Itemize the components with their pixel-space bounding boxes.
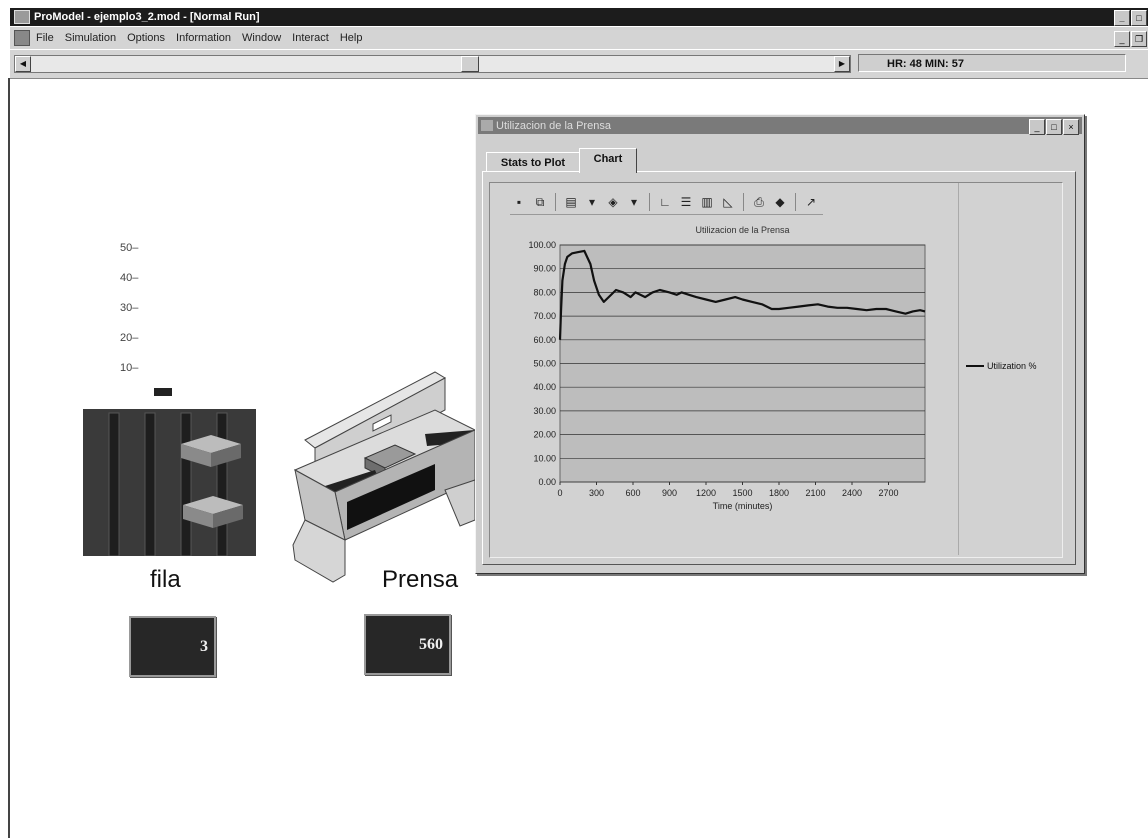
queue-level-bar: [154, 388, 172, 396]
simulation-clock: HR: 48 MIN: 57: [858, 54, 1126, 72]
prensa-machine-graphic[interactable]: [285, 370, 477, 584]
promodel-app-icon[interactable]: [14, 10, 30, 24]
color-icon[interactable]: ◈: [604, 193, 622, 211]
prensa-label: Prensa: [382, 566, 459, 593]
y-tick-label: 90.00: [533, 264, 556, 274]
chart-toolbar: ▪ ⧉ ▤ ▾ ◈ ▾ ∟ ☰ ▥ ◺ ⎙ ◆ ↗: [510, 190, 823, 215]
toolbar-separator: [743, 193, 744, 211]
document-icon[interactable]: [14, 30, 30, 46]
menu-help[interactable]: Help: [340, 32, 363, 44]
queue-meter-tick: 10–: [120, 362, 139, 374]
vertical-grid-icon[interactable]: ∟: [656, 193, 674, 211]
x-axis-label: Time (minutes): [713, 501, 773, 511]
y-tick-label: 50.00: [533, 359, 556, 369]
tools-icon[interactable]: ↗: [802, 193, 820, 211]
menu-window[interactable]: Window: [242, 32, 281, 44]
print-icon[interactable]: ⎙: [750, 193, 768, 211]
x-tick-label: 1800: [769, 488, 789, 498]
y-tick-label: 10.00: [533, 453, 556, 463]
x-tick-label: 2700: [878, 488, 898, 498]
scroll-left-icon[interactable]: ◀: [15, 56, 31, 72]
menu-simulation[interactable]: Simulation: [65, 32, 116, 44]
horizontal-grid-icon[interactable]: ☰: [677, 193, 695, 211]
dialog-minimize-icon[interactable]: _: [1029, 119, 1045, 135]
y-tick-label: 60.00: [533, 335, 556, 345]
dialog-close-icon[interactable]: ×: [1063, 119, 1079, 135]
queue-meter-tick: 20–: [120, 332, 139, 344]
fila-conveyor-graphic[interactable]: [83, 409, 256, 556]
document-controls: _ ❐: [1114, 29, 1148, 47]
dialog-controls: _ □ ×: [1029, 117, 1080, 135]
y-tick-label: 100.00: [528, 240, 556, 250]
y-tick-label: 0.00: [538, 477, 556, 487]
x-tick-label: 300: [589, 488, 604, 498]
x-tick-label: 2100: [805, 488, 825, 498]
x-tick-label: 600: [625, 488, 640, 498]
fila-label: fila: [150, 566, 181, 593]
chevron-down-icon[interactable]: ▾: [583, 193, 601, 211]
chart-tab-panel: ▪ ⧉ ▤ ▾ ◈ ▾ ∟ ☰ ▥ ◺ ⎙ ◆ ↗ Utilizacion de…: [482, 171, 1076, 565]
gallery-icon[interactable]: ▤: [562, 193, 580, 211]
dialog-title: Utilizacion de la Prensa: [496, 119, 611, 132]
window-left-border: [8, 78, 10, 838]
toolbar-separator: [795, 193, 796, 211]
queue-meter-tick: 40–: [120, 272, 139, 284]
doc-restore-icon[interactable]: ❐: [1131, 31, 1147, 47]
tab-chart[interactable]: Chart: [579, 148, 637, 173]
doc-minimize-icon[interactable]: _: [1114, 31, 1130, 47]
window-titlebar[interactable]: ProModel - ejemplo3_2.mod - [Normal Run]…: [10, 8, 1148, 26]
chevron-down-icon[interactable]: ▾: [625, 193, 643, 211]
prensa-counter: 560: [364, 614, 451, 675]
maximize-icon[interactable]: □: [1131, 10, 1147, 26]
speed-slider[interactable]: ◀ ▶: [14, 55, 851, 73]
axis-icon[interactable]: ◺: [719, 193, 737, 211]
speed-toolbar: ◀ ▶ HR: 48 MIN: 57: [10, 50, 1148, 79]
3d-icon[interactable]: ◆: [771, 193, 789, 211]
menu-options[interactable]: Options: [127, 32, 165, 44]
minimize-icon[interactable]: _: [1114, 10, 1130, 26]
toolbar-separator: [649, 193, 650, 211]
chart-legend: Utilization %: [966, 361, 1037, 371]
speed-slider-thumb[interactable]: [461, 56, 479, 72]
menu-interact[interactable]: Interact: [292, 32, 329, 44]
queue-meter-tick: 30–: [120, 302, 139, 314]
legend-divider: [958, 183, 959, 555]
utilization-chart-dialog: Utilizacion de la Prensa _ □ × Stats to …: [475, 114, 1085, 574]
y-tick-label: 30.00: [533, 406, 556, 416]
x-tick-label: 1200: [696, 488, 716, 498]
menu-bar: File Simulation Options Information Wind…: [10, 27, 1148, 49]
window-title: ProModel - ejemplo3_2.mod - [Normal Run]: [34, 11, 260, 23]
y-tick-label: 70.00: [533, 311, 556, 321]
menu-information[interactable]: Information: [176, 32, 231, 44]
menu-file[interactable]: File: [36, 32, 54, 44]
y-tick-label: 20.00: [533, 430, 556, 440]
queue-meter-tick: 50–: [120, 242, 139, 254]
x-tick-label: 1500: [732, 488, 752, 498]
chart-area: ▪ ⧉ ▤ ▾ ◈ ▾ ∟ ☰ ▥ ◺ ⎙ ◆ ↗ Utilizacion de…: [489, 182, 1063, 558]
legend-swatch: [966, 365, 984, 367]
toolbar-separator: [555, 193, 556, 211]
utilization-line-chart: Utilizacion de la Prensa 0.00 10.00 20.00 30…: [528, 225, 926, 511]
window-controls: _ □: [1114, 8, 1148, 26]
y-tick-label: 40.00: [533, 382, 556, 392]
dialog-app-icon: [481, 120, 493, 131]
copy-icon[interactable]: ⧉: [531, 193, 549, 211]
chart-title: Utilizacion de la Prensa: [695, 225, 789, 235]
legend-label: Utilization %: [987, 361, 1037, 371]
legend-icon[interactable]: ▥: [698, 193, 716, 211]
scroll-right-icon[interactable]: ▶: [834, 56, 850, 72]
tab-stats-to-plot[interactable]: Stats to Plot: [486, 152, 580, 173]
x-tick-label: 900: [662, 488, 677, 498]
save-icon[interactable]: ▪: [510, 193, 528, 211]
x-tick-label: 2400: [842, 488, 862, 498]
dialog-maximize-icon[interactable]: □: [1046, 119, 1062, 135]
dialog-titlebar[interactable]: Utilizacion de la Prensa _ □ ×: [478, 117, 1082, 135]
y-tick-label: 80.00: [533, 287, 556, 297]
x-tick-label: 0: [557, 488, 562, 498]
fila-counter: 3: [129, 616, 216, 677]
